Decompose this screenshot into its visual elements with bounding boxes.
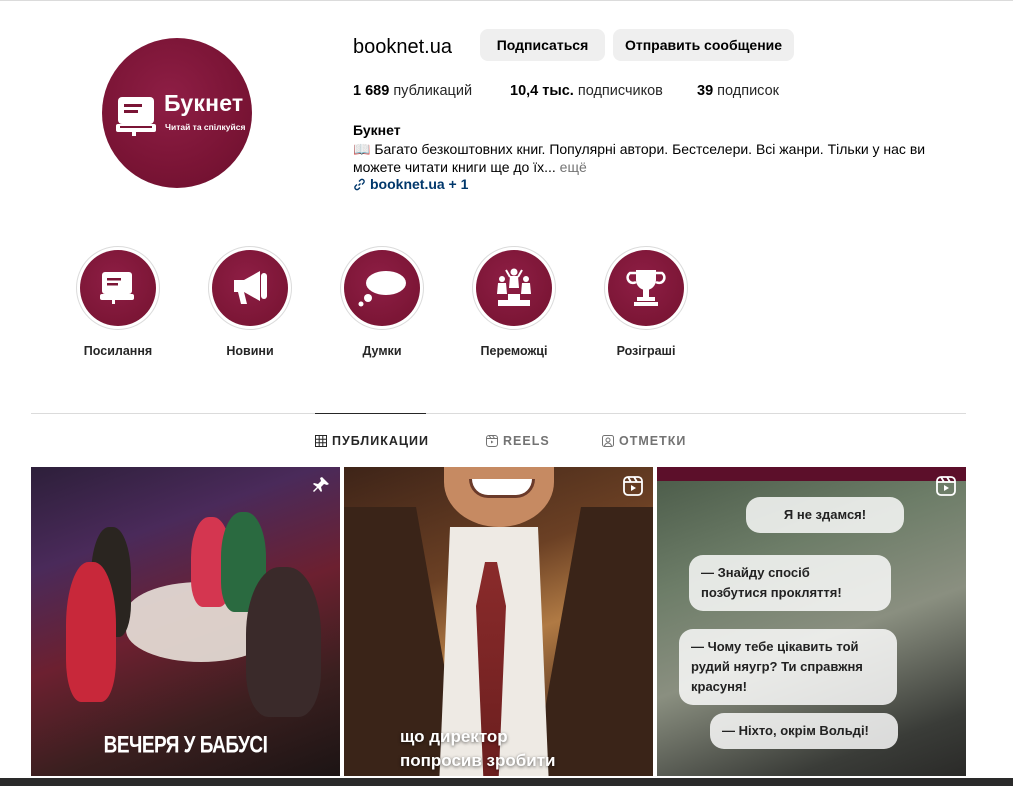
book-logo-icon xyxy=(116,97,156,136)
post-caption-line: попросив зробити xyxy=(400,751,556,770)
highlight-label: Розіграші xyxy=(616,344,676,358)
post-caption: що директор попросив зробити xyxy=(400,725,556,773)
highlight-ring xyxy=(208,246,292,330)
pin-icon xyxy=(313,477,329,492)
posts-label: публикаций xyxy=(393,83,473,99)
profile-full-name: Букнет xyxy=(353,122,401,138)
followers-count: 10,4 тыс. xyxy=(510,83,574,99)
highlight-rozihrashi[interactable]: Розіграші xyxy=(601,246,691,358)
avatar-brand-text: Букнет xyxy=(164,90,244,116)
send-message-button[interactable]: Отправить сообщение xyxy=(613,29,794,61)
tab-label: ОТМЕТКИ xyxy=(619,434,687,448)
link-icon xyxy=(354,178,365,191)
tab-tagged[interactable]: ОТМЕТКИ xyxy=(602,434,686,448)
avatar-slogan-text: Читай та спілкуйся xyxy=(165,122,246,132)
post-image-figure xyxy=(246,567,321,717)
chat-bubble: Я не здамся! xyxy=(746,497,904,533)
profile-bio: 📖 Багато безкоштовних книг. Популярні ав… xyxy=(353,140,933,176)
following-stat[interactable]: 39 подписок xyxy=(697,83,779,99)
post-tile[interactable]: що директор попросив зробити xyxy=(344,467,653,776)
highlight-ring xyxy=(76,246,160,330)
highlight-cover xyxy=(80,250,156,326)
reels-icon xyxy=(936,476,956,496)
chat-bubble: — Знайду спосіб позбутися прокляття! xyxy=(689,555,891,611)
megaphone-icon xyxy=(234,271,267,304)
reels-icon xyxy=(623,476,643,496)
top-border xyxy=(0,0,1013,1)
highlight-cover xyxy=(212,250,288,326)
post-image-figure xyxy=(66,562,116,702)
post-top-band xyxy=(657,467,966,481)
tab-label: REELS xyxy=(503,434,550,448)
grid-icon xyxy=(315,435,327,447)
chat-bubble: — Ніхто, окрім Вольді! xyxy=(710,713,898,749)
post-tile[interactable]: Я не здамся! — Знайду спосіб позбутися п… xyxy=(657,467,966,776)
link-text: booknet.ua + 1 xyxy=(370,176,469,192)
posts-stat: 1 689 публикаций xyxy=(353,83,472,99)
bottom-edge xyxy=(0,778,1013,786)
highlight-posylannia[interactable]: Посилання xyxy=(73,246,163,358)
bio-more-link[interactable]: ещё xyxy=(560,159,587,175)
tab-label: ПУБЛИКАЦИИ xyxy=(332,434,429,448)
highlight-novyny[interactable]: Новини xyxy=(205,246,295,358)
highlight-ring xyxy=(340,246,424,330)
trophy-icon xyxy=(626,270,666,306)
highlight-cover xyxy=(476,250,552,326)
posts-count: 1 689 xyxy=(353,83,390,99)
followers-label: подписчиков xyxy=(577,83,663,99)
tab-reels[interactable]: REELS xyxy=(486,434,550,448)
podium-winners-icon xyxy=(497,268,531,306)
tagged-icon xyxy=(602,435,614,447)
chat-bubble: — Чому тебе цікавить той рудий няугр? Ти… xyxy=(679,629,897,705)
thought-bubble-icon xyxy=(358,271,406,307)
post-caption-line: що директор xyxy=(400,727,508,746)
reels-icon xyxy=(486,435,498,447)
post-image-smile xyxy=(469,479,535,498)
book-icon xyxy=(100,272,134,304)
highlight-dumky[interactable]: Думки xyxy=(337,246,427,358)
highlight-label: Новини xyxy=(226,344,274,358)
bio-text: 📖 Багато безкоштовних книг. Популярні ав… xyxy=(353,141,926,175)
highlight-cover xyxy=(344,250,420,326)
highlight-peremozhtsi[interactable]: Переможці xyxy=(469,246,559,358)
post-caption: ВЕЧЕРЯ У БАБУСІ xyxy=(103,732,268,759)
follow-button[interactable]: Подписаться xyxy=(480,29,605,61)
highlight-label: Переможці xyxy=(480,344,548,358)
following-label: подписок xyxy=(717,83,780,99)
following-count: 39 xyxy=(697,83,714,99)
tabs-divider xyxy=(31,413,966,414)
highlight-ring xyxy=(604,246,688,330)
highlight-label: Посилання xyxy=(83,344,153,358)
highlight-cover xyxy=(608,250,684,326)
profile-username[interactable]: booknet.ua xyxy=(353,36,452,59)
post-tile[interactable]: ВЕЧЕРЯ У БАБУСІ xyxy=(31,467,340,776)
profile-avatar[interactable]: Букнет Читай та спілкуйся xyxy=(102,38,252,188)
followers-stat[interactable]: 10,4 тыс. подписчиков xyxy=(510,83,663,99)
tab-posts[interactable]: ПУБЛИКАЦИИ xyxy=(315,434,429,448)
active-tab-indicator xyxy=(315,413,426,414)
highlight-ring xyxy=(472,246,556,330)
highlight-label: Думки xyxy=(362,344,402,358)
profile-link[interactable]: booknet.ua + 1 xyxy=(353,176,468,192)
